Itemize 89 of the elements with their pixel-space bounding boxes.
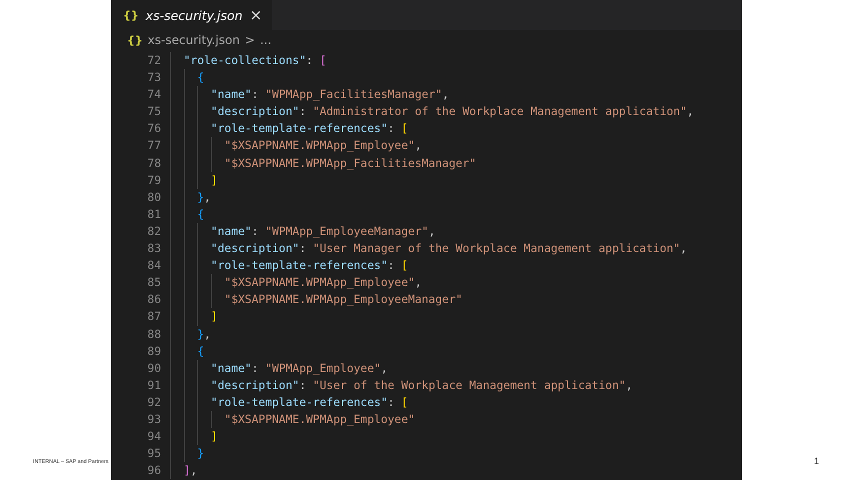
breadcrumb-ellipsis[interactable]: ... [260,33,272,47]
json-string: "Administrator of the Workplace Management application" [312,105,687,118]
bracket: { [197,208,204,221]
bracket: } [197,328,204,340]
punctuation: : [299,378,306,392]
json-key: "name" [210,362,252,375]
punctuation: , [204,190,211,204]
json-string: "WPMApp_FacilitiesManager" [265,88,442,102]
line-number: 83 [146,241,161,258]
json-string: "WPMApp_EmployeeManager" [265,224,428,238]
line-number: 87 [146,309,161,326]
line-number: 81 [146,206,161,223]
file-tab[interactable]: {} xs-security.json × [111,0,272,30]
bracket: { [197,344,204,358]
punctuation: , [626,378,633,392]
page-number: 1 [814,456,820,466]
json-string: "User Manager of the Workplace Management application" [312,242,680,256]
line-number: 91 [146,378,161,394]
punctuation: , [190,464,198,478]
json-string: "WPMApp_Employee" [265,362,381,375]
line-number: 77 [146,138,161,154]
punctuation: , [686,105,694,118]
punctuation: , [428,224,436,238]
line-number: 89 [146,344,161,360]
punctuation: : [252,88,258,102]
bracket: ] [184,464,190,478]
punctuation: : [299,242,306,256]
punctuation: : [388,259,394,272]
line-number: 79 [146,172,161,189]
line-number: 73 [146,70,161,86]
json-file-icon: {} [123,8,139,22]
line-number: 93 [146,412,161,428]
json-string: "$XSAPPNAME.WPMApp_Employee" [224,139,415,152]
json-string: "$XSAPPNAME.WPMApp_Employee" [224,276,415,290]
json-string: "User of the Workplace Management application" [312,378,626,392]
punctuation: , [442,88,449,102]
bracket: ] [210,310,218,324]
bracket: [ [401,122,408,136]
json-key: "description" [210,378,300,392]
punctuation: , [204,328,211,340]
json-string: "$XSAPPNAME.WPMApp_Employee" [224,412,415,426]
line-number: 94 [146,429,161,446]
json-string: "$XSAPPNAME.WPMApp_FacilitiesManager" [224,156,476,170]
json-key: "role-collections" [184,54,306,67]
json-key: "role-template-references" [210,396,388,409]
line-number: 78 [146,156,161,172]
punctuation: , [680,242,687,256]
bracket: ] [210,430,218,444]
line-number: 75 [146,104,161,120]
line-number: 92 [146,394,161,411]
bracket: [ [401,396,408,409]
chevron-icon: > [244,33,255,47]
punctuation: , [380,362,388,375]
punctuation: : [388,396,394,409]
line-number: 96 [146,463,161,480]
json-string: "$XSAPPNAME.WPMApp_EmployeeManager" [224,293,462,306]
line-number: 74 [146,87,161,104]
json-key: "description" [210,105,300,118]
punctuation: , [414,276,422,290]
breadcrumb-file[interactable]: xs-security.json [148,33,240,47]
line-number: 86 [146,292,161,308]
json-key: "role-template-references" [210,122,388,136]
punctuation: : [306,54,313,67]
json-key: "name" [210,88,252,102]
line-number: 84 [146,258,161,274]
line-number: 85 [146,275,161,292]
json-key: "description" [210,242,300,256]
punctuation: , [414,139,422,152]
punctuation: : [252,224,258,238]
bracket: { [197,71,204,84]
bracket: [ [401,259,408,272]
punctuation: : [299,105,306,118]
line-number: 76 [146,121,161,138]
close-icon[interactable]: × [250,6,262,24]
bracket: [ [320,54,326,67]
line-number: 88 [146,326,161,342]
line-number: 82 [146,224,161,240]
json-key: "role-template-references" [210,259,388,272]
line-number: 95 [146,446,161,462]
json-file-icon: {} [127,34,143,46]
line-number: 80 [146,190,161,206]
punctuation: : [252,362,258,375]
bracket: } [197,190,204,204]
punctuation: : [388,122,394,136]
bracket: } [197,447,204,460]
json-key: "name" [210,224,252,238]
line-number: 90 [146,360,161,377]
line-number: 72 [146,53,161,69]
bracket: ] [210,174,218,187]
